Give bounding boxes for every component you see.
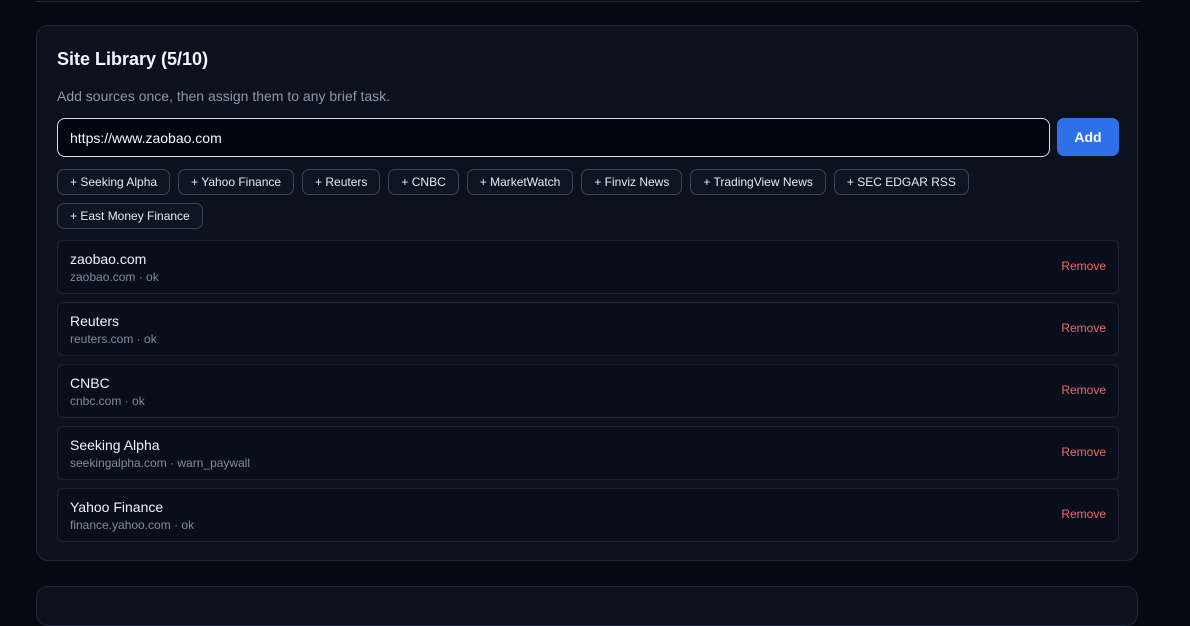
site-row-cnbc: CNBC cnbc.com · ok Remove	[57, 364, 1119, 418]
preset-chip-marketwatch[interactable]: + MarketWatch	[466, 169, 574, 195]
site-domain-status: reuters.com · ok	[70, 332, 157, 346]
site-name: CNBC	[70, 375, 110, 391]
site-name: zaobao.com	[70, 251, 147, 267]
site-row-seeking-alpha: Seeking Alpha seekingalpha.com · warn_pa…	[57, 426, 1119, 480]
site-name: Reuters	[70, 313, 120, 329]
add-site-button[interactable]: Add	[1057, 118, 1119, 156]
site-domain-status: seekingalpha.com · warn_paywall	[70, 456, 251, 470]
next-panel-edge	[36, 586, 1138, 626]
preset-chip-list: + Seeking Alpha + Yahoo Finance + Reuter…	[57, 169, 1119, 229]
site-row-zaobao: zaobao.com zaobao.com · ok Remove	[57, 240, 1119, 294]
site-list: zaobao.com zaobao.com · ok Remove Reuter…	[57, 240, 1119, 542]
preset-chip-east-money-finance[interactable]: + East Money Finance	[57, 203, 203, 229]
remove-site-button[interactable]: Remove	[1061, 321, 1106, 335]
remove-site-button[interactable]: Remove	[1061, 383, 1106, 397]
site-library-panel: Site Library (5/10) Add sources once, th…	[36, 25, 1138, 561]
site-row-reuters: Reuters reuters.com · ok Remove	[57, 302, 1119, 356]
site-name: Seeking Alpha	[70, 437, 160, 453]
remove-site-button[interactable]: Remove	[1061, 445, 1106, 459]
site-url-input[interactable]	[57, 118, 1050, 157]
preset-chip-seeking-alpha[interactable]: + Seeking Alpha	[57, 169, 171, 195]
site-row-yahoo-finance: Yahoo Finance finance.yahoo.com · ok Rem…	[57, 488, 1119, 542]
site-domain-status: zaobao.com · ok	[70, 270, 159, 284]
site-name: Yahoo Finance	[70, 499, 164, 515]
remove-site-button[interactable]: Remove	[1061, 259, 1106, 273]
preset-chip-cnbc[interactable]: + CNBC	[388, 169, 459, 195]
site-domain-status: finance.yahoo.com · ok	[70, 518, 195, 532]
preset-chip-yahoo-finance[interactable]: + Yahoo Finance	[178, 169, 295, 195]
remove-site-button[interactable]: Remove	[1061, 507, 1106, 521]
preset-chip-finviz-news[interactable]: + Finviz News	[581, 169, 683, 195]
site-domain-status: cnbc.com · ok	[70, 394, 145, 408]
panel-description: Add sources once, then assign them to an…	[57, 88, 391, 104]
preset-chip-reuters[interactable]: + Reuters	[302, 169, 381, 195]
page-title: Site Library (5/10)	[57, 49, 209, 69]
previous-panel-edge	[36, 0, 1140, 2]
preset-chip-sec-edgar-rss[interactable]: + SEC EDGAR RSS	[833, 169, 969, 195]
preset-chip-tradingview-news[interactable]: + TradingView News	[690, 169, 826, 195]
